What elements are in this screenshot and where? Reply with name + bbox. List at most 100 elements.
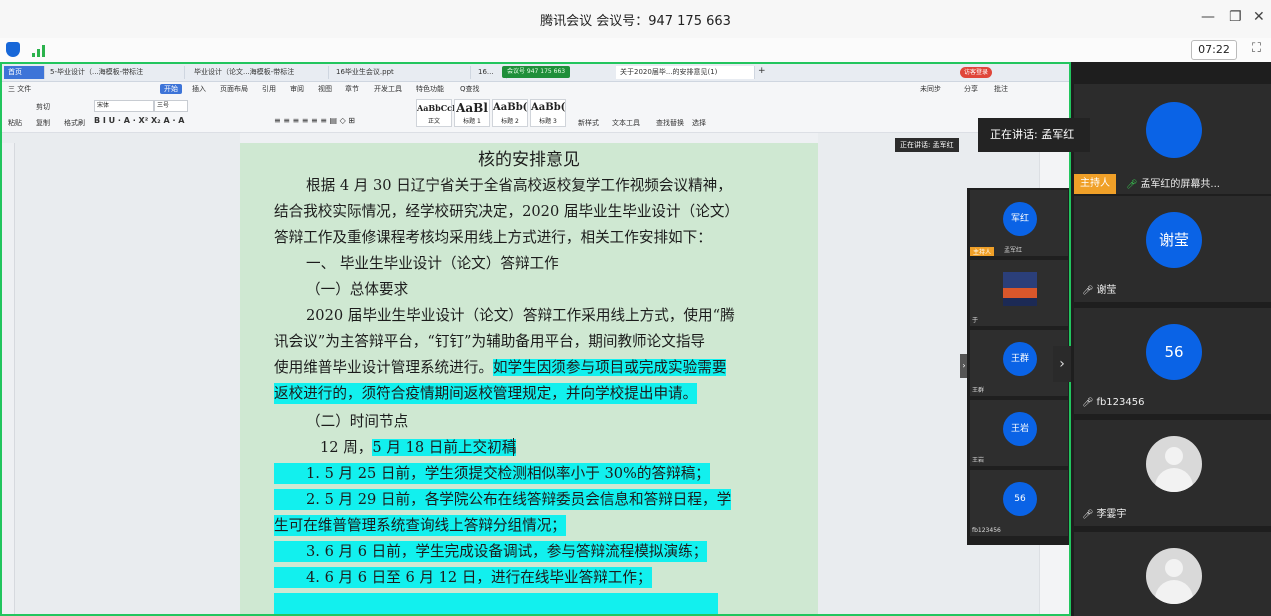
avatar [1146, 102, 1202, 158]
photo-icon [1003, 272, 1037, 306]
panel-collapse-arrow-icon[interactable]: › [1053, 346, 1071, 382]
host-screen-share-tile[interactable]: 主持人 🎤︎ 孟军红的屏幕共... [1074, 84, 1271, 194]
copy-button[interactable]: 复制 [36, 118, 50, 128]
doc-line: 讯会议”为主答辩平台，“钉钉”为辅助备用平台，期间教师论文指导 [274, 333, 706, 350]
new-style-button[interactable]: 新样式 [578, 118, 599, 128]
mic-icon: 🎤︎ [1126, 180, 1138, 190]
menu-insert[interactable]: 插入 [192, 84, 206, 94]
menu-share[interactable]: 分享 [964, 84, 978, 94]
doc-line: 使用维普毕业设计管理系统进行。如学生因须参与项目或完成实验需要 [274, 359, 727, 376]
participant-name: 🎤︎ 谢莹 [1082, 285, 1117, 296]
menu-comment[interactable]: 批注 [994, 84, 1008, 94]
font-family-select[interactable]: 宋体 [94, 100, 154, 112]
doc-line-highlighted [274, 593, 718, 614]
avatar: 王岩 [1003, 412, 1037, 446]
shield-icon[interactable] [6, 42, 20, 57]
menu-dev-tools[interactable]: 开发工具 [374, 84, 402, 94]
avatar-photo [1003, 272, 1037, 306]
meeting-toolbar: 07:22 ⛶ [0, 38, 1271, 63]
tab-ppt[interactable]: 16毕业生会议.ppt [332, 66, 471, 79]
menu-layout[interactable]: 页面布局 [220, 84, 248, 94]
align-icons[interactable]: ≡ ≡ ≡ ≡ ≡ ≡ ▤ ◇ ⊞ [274, 116, 355, 125]
style-heading-1[interactable]: AaBl 标题 1 [454, 99, 490, 127]
vertical-ruler [2, 143, 15, 614]
document-page[interactable]: 核的安排意见 根据 4 月 30 日辽宁省关于全省高校返校复学工作视频会议精神，… [240, 143, 818, 614]
menu-view[interactable]: 视图 [318, 84, 332, 94]
add-tab-icon[interactable]: + [754, 65, 770, 78]
doc-line-highlighted: 2. 5 月 29 日前，各学院公布在线答辩委员会信息和答辩日程，学 [274, 489, 732, 510]
close-icon[interactable]: ✕ [1253, 9, 1265, 25]
menu-start[interactable]: 开始 [160, 84, 182, 94]
mini-participant-tile[interactable]: 军红 主持人 孟军红 [970, 190, 1068, 256]
doc-line-highlighted: 1. 5 月 25 日前，学生须提交检测相似率小于 30%的答辩稿； [274, 463, 710, 484]
mini-participant-tile[interactable]: 于 [970, 260, 1068, 326]
restore-icon[interactable]: ❐ [1229, 9, 1242, 25]
mini-participant-tile[interactable]: 王岩 王岩 [970, 400, 1068, 466]
signal-icon[interactable] [32, 43, 48, 57]
doc-line-highlighted: 4. 6 月 6 日至 6 月 12 日，进行在线毕业答辩工作； [274, 567, 652, 588]
avatar: 谢莹 [1146, 212, 1202, 268]
participant-name: 孟军红 [1004, 247, 1023, 254]
paste-button[interactable]: 粘贴 [8, 118, 22, 128]
font-size-select[interactable]: 三号 [154, 100, 188, 112]
tab-doc-2[interactable]: 毕业设计（论文...海模板-带标注 [190, 66, 329, 79]
avatar: 军红 [1003, 202, 1037, 236]
wps-menu-bar: 三 文件 开始 插入 页面布局 引用 审阅 视图 章节 开发工具 特色功能 Q查… [2, 82, 1069, 96]
minimize-icon[interactable]: — [1201, 9, 1215, 25]
wps-tab-bar: 首页 5-毕业设计（...海模板-带标注 毕业设计（论文...海模板-带标注 1… [2, 64, 1069, 82]
menu-features[interactable]: 特色功能 [416, 84, 444, 94]
mic-icon: 🎤︎ [1082, 398, 1094, 408]
bold-icon[interactable]: B I U · A · X² X₂ A · A [94, 116, 184, 125]
wps-ribbon: 粘贴 剪切 复制 格式刷 宋体 三号 B I U · A · X² X₂ A ·… [2, 96, 1069, 133]
participant-name: 王岩 [972, 457, 985, 464]
find-replace-button[interactable]: 查找替换 [656, 118, 684, 128]
participant-tile[interactable]: 🎤︎ 李霎宇 [1074, 420, 1271, 526]
menu-search[interactable]: Q查找 [460, 84, 480, 94]
avatar: 56 [1146, 324, 1202, 380]
avatar: 56 [1003, 482, 1037, 516]
default-avatar-icon [1146, 548, 1202, 604]
participant-tile[interactable]: 谢莹 🎤︎ 谢莹 [1074, 196, 1271, 302]
host-badge: 主持人 [970, 247, 995, 256]
menu-unsynced[interactable]: 未同步 [920, 84, 941, 94]
host-screen-share-label: 🎤︎ 孟军红的屏幕共... [1126, 179, 1220, 190]
doc-line-highlighted: 返校进行的，须符合疫情期间返校管理规定，并向学校提出申请。 [274, 383, 698, 404]
format-painter-button[interactable]: 格式刷 [64, 118, 85, 128]
sharing-badge: 会议号 947 175 663 [502, 66, 571, 78]
speaking-indicator: 正在讲话: 孟军红 [978, 118, 1090, 152]
menu-file[interactable]: 三 文件 [8, 84, 31, 94]
doc-line-highlighted: 生可在维普管理系统查询线上答辩分组情况； [274, 515, 566, 536]
participant-name: fb123456 [972, 527, 1001, 534]
style-heading-3[interactable]: AaBb( 标题 3 [530, 99, 566, 127]
speaking-indicator-small: 正在讲话: 孟军红 [895, 138, 959, 152]
style-heading-2[interactable]: AaBb( 标题 2 [492, 99, 528, 127]
mic-icon: 🎤︎ [1082, 510, 1094, 520]
tab-doc-1[interactable]: 5-毕业设计（...海模板-带标注 [46, 66, 185, 79]
document-title: 核的安排意见 [478, 150, 580, 170]
mic-icon: 🎤︎ [1082, 286, 1094, 296]
mini-participant-tile[interactable]: 56 fb123456 [970, 470, 1068, 536]
fullscreen-icon[interactable]: ⛶ [1252, 41, 1261, 56]
host-badge: 主持人 [1074, 174, 1116, 194]
meeting-timer: 07:22 [1191, 40, 1237, 60]
tab-home[interactable]: 首页 [4, 66, 45, 79]
tab-active-doc[interactable]: 关于2020届毕...的安排意见(1) [616, 66, 755, 79]
login-button[interactable]: 访客登录 [960, 67, 993, 78]
shared-screen: 首页 5-毕业设计（...海模板-带标注 毕业设计（论文...海模板-带标注 1… [0, 62, 1071, 616]
cut-button[interactable]: 剪切 [36, 102, 50, 112]
participant-tile[interactable] [1074, 532, 1271, 616]
doc-line: 2020 届毕业生毕业设计（论文）答辩工作采用线上方式，使用“腾 [306, 307, 735, 324]
doc-line: 答辩工作及重修课程考核均采用线上方式进行，相关工作安排如下： [274, 229, 712, 246]
select-button[interactable]: 选择 [692, 118, 706, 128]
default-avatar-icon [1146, 436, 1202, 492]
menu-chapter[interactable]: 章节 [345, 84, 359, 94]
doc-subheading: （一）总体要求 [306, 281, 409, 298]
text-tools-button[interactable]: 文本工具 [612, 118, 640, 128]
menu-reference[interactable]: 引用 [262, 84, 276, 94]
participant-name: 王群 [972, 387, 985, 394]
participant-tile[interactable]: 56 🎤︎ fb123456 [1074, 308, 1271, 414]
menu-review[interactable]: 审阅 [290, 84, 304, 94]
avatar: 王群 [1003, 342, 1037, 376]
style-normal[interactable]: AaBbCcD 正文 [416, 99, 459, 127]
doc-subheading: （二）时间节点 [306, 413, 409, 430]
